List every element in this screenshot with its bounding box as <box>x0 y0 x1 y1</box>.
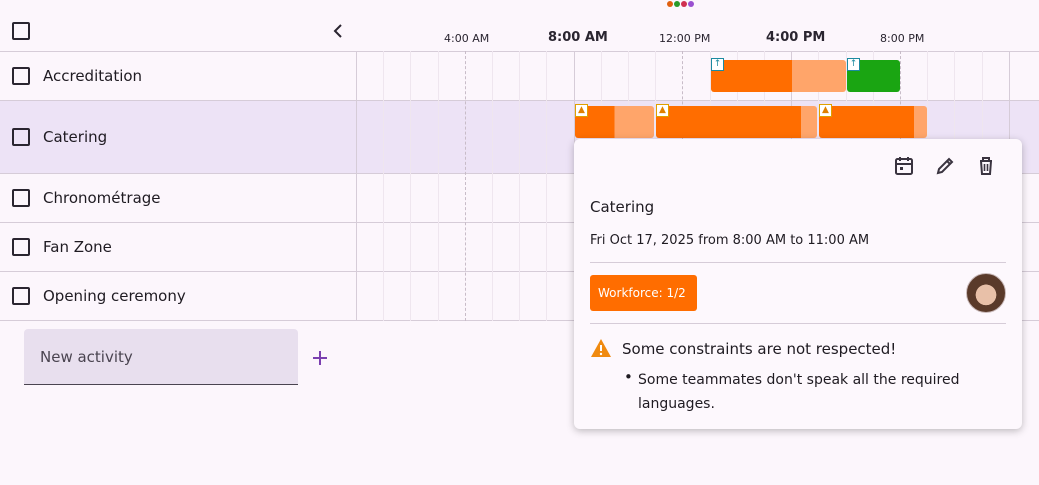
row-checkbox[interactable] <box>12 67 30 85</box>
warning-icon <box>590 338 612 358</box>
collapse-chevron-icon[interactable] <box>330 22 346 40</box>
row-checkbox[interactable] <box>12 238 30 256</box>
warning-flag-icon: ▲ <box>656 104 669 117</box>
popup-title: Catering <box>590 198 655 216</box>
select-all-checkbox[interactable] <box>12 22 30 40</box>
new-activity-placeholder: New activity <box>40 348 133 366</box>
shift-bar[interactable] <box>711 60 846 92</box>
warning-item: Some teammates don't speak all the requi… <box>638 372 960 412</box>
warning-title: Some constraints are not respected! <box>622 340 897 358</box>
row-checkbox[interactable] <box>12 287 30 305</box>
grid-line <box>410 51 411 321</box>
row-checkbox[interactable] <box>12 128 30 146</box>
activity-name: Accreditation <box>43 67 143 85</box>
grid-line <box>438 51 439 321</box>
workforce-badge[interactable]: Workforce: 1/2 <box>590 275 697 311</box>
divider <box>590 323 1006 324</box>
warning-bullet: • <box>624 368 633 386</box>
shift-bar[interactable] <box>656 106 817 138</box>
time-tick-label: 8:00 AM <box>548 30 608 45</box>
warning-flag-icon: ▲ <box>575 104 588 117</box>
delete-icon[interactable] <box>974 154 998 178</box>
row-checkbox[interactable] <box>12 189 30 207</box>
grid-line <box>383 51 384 321</box>
shift-details-popup: Catering Fri Oct 17, 2025 from 8:00 AM t… <box>574 139 1022 429</box>
time-tick-label: 8:00 PM <box>880 32 925 45</box>
calendar-icon[interactable] <box>892 154 916 178</box>
activity-name: Catering <box>43 128 108 146</box>
shift-bar[interactable] <box>819 106 927 138</box>
time-tick-label: 12:00 PM <box>659 32 711 45</box>
grid-line <box>546 51 547 321</box>
grid-line <box>492 51 493 321</box>
time-tick-label: 4:00 PM <box>766 30 826 45</box>
grid-line <box>519 51 520 321</box>
divider <box>590 262 1006 263</box>
time-tick-label: 4:00 AM <box>444 32 490 45</box>
loading-dots <box>667 1 697 9</box>
plus-icon[interactable] <box>311 349 329 367</box>
popup-date: Fri Oct 17, 2025 from 8:00 AM to 11:00 A… <box>590 233 870 248</box>
grid-line-dashed <box>465 51 466 321</box>
avatar[interactable] <box>966 273 1006 313</box>
column-divider <box>356 51 357 321</box>
edit-icon[interactable] <box>933 154 957 178</box>
activity-name: Opening ceremony <box>43 287 186 305</box>
workforce-label: Workforce: 1/2 <box>598 286 686 300</box>
warning-flag-icon: ▲ <box>819 104 832 117</box>
activity-name: Chronométrage <box>43 189 161 207</box>
new-activity-input[interactable]: New activity <box>24 329 298 385</box>
upload-flag-icon: ↑ <box>847 58 860 71</box>
upload-flag-icon: ↑ <box>711 58 724 71</box>
activity-name: Fan Zone <box>43 238 112 256</box>
